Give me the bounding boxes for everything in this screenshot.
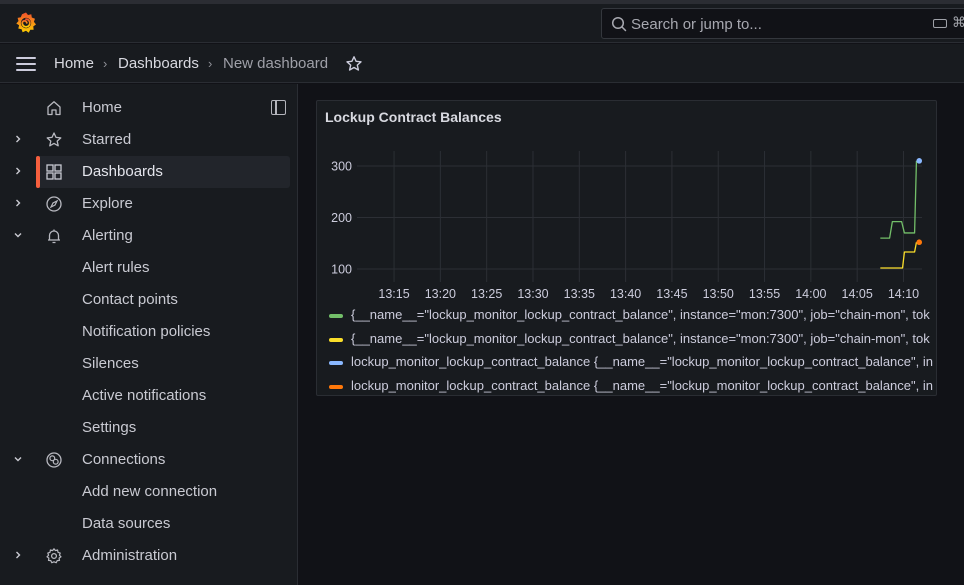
x-tick-label: 13:55 [749, 287, 780, 301]
chart-legend: {__name__="lockup_monitor_lockup_contrac… [329, 305, 933, 396]
sidebar-item-label: Notification policies [82, 323, 211, 340]
chevron-down-icon[interactable] [12, 229, 24, 241]
star-icon [46, 132, 62, 147]
breadcrumb-separator-icon: › [103, 56, 108, 71]
active-item-background [36, 156, 290, 188]
breadcrumb-dashboards[interactable]: Dashboards [118, 55, 199, 72]
legend-color-swatch [329, 337, 343, 342]
legend-label: lockup_monitor_lockup_contract_balance {… [351, 377, 933, 393]
x-tick-label: 13:30 [517, 287, 548, 301]
legend-color-swatch [329, 314, 343, 318]
x-tick-label: 13:35 [564, 287, 595, 301]
sidebar-item-label: Alerting [82, 227, 133, 244]
top-bar: Search or jump to... ⌘ [0, 4, 964, 43]
x-tick-label: 13:45 [656, 287, 687, 301]
timeseries-panel[interactable]: Lockup Contract Balances 100 200 300 13:15 1… [316, 100, 937, 396]
sidebar-item-label: Settings [82, 419, 137, 436]
sidebar-item-active-notifications[interactable]: Active notifications [0, 380, 298, 412]
x-tick-label: 13:15 [378, 287, 409, 301]
compass-icon [46, 196, 62, 212]
sidebar-item-label: Administration [82, 547, 178, 564]
sidebar-item-settings[interactable]: Settings [0, 412, 298, 444]
sidebar-item-label: Dashboards [82, 163, 163, 180]
sidebar-item-label: Explore [82, 195, 133, 212]
sidebar-item-home[interactable]: Home [0, 92, 298, 124]
home-icon [47, 101, 61, 116]
y-tick-label: 100 [331, 263, 352, 277]
chevron-down-icon[interactable] [12, 453, 24, 465]
active-item-indicator [36, 156, 40, 188]
connections-icon [46, 452, 62, 468]
sidebar-item-add-new-connection[interactable]: Add new connection [0, 476, 298, 508]
legend-label: {__name__="lockup_monitor_lockup_contrac… [351, 330, 930, 346]
x-tick-label: 14:10 [888, 287, 919, 301]
chevron-right-icon[interactable] [12, 133, 24, 145]
sidebar-item-label: Active notifications [82, 387, 207, 404]
legend-label: lockup_monitor_lockup_contract_balance {… [351, 354, 933, 369]
sidebar-item-contact-points[interactable]: Contact points [0, 284, 298, 316]
gear-icon [46, 548, 62, 564]
chevron-right-icon[interactable] [12, 549, 24, 561]
mark-favorite-star-icon[interactable] [345, 55, 363, 73]
legend-color-swatch [329, 384, 343, 389]
series-line-1 [880, 242, 918, 269]
x-tick-label: 14:00 [795, 287, 826, 301]
sidebar-item-starred[interactable]: Starred [0, 124, 298, 156]
sidebar-item-connections[interactable]: Connections [0, 444, 298, 476]
search-bar[interactable]: Search or jump to... ⌘ [601, 8, 964, 39]
menu-toggle-icon[interactable] [16, 57, 36, 71]
legend-item[interactable]: {__name__="lockup_monitor_lockup_contrac… [329, 305, 930, 329]
y-tick-label: 200 [331, 211, 352, 225]
sidebar-item-label: Contact points [82, 291, 178, 308]
sidebar-item-explore[interactable]: Explore [0, 188, 298, 220]
grafana-logo-icon[interactable] [14, 11, 38, 35]
search-placeholder: Search or jump to... [631, 16, 762, 33]
sidebar-item-dashboards[interactable]: Dashboards [0, 156, 298, 188]
series-point-2 [916, 158, 923, 164]
breadcrumb-current: New dashboard [223, 55, 329, 72]
chevron-right-icon[interactable] [12, 197, 24, 209]
series-point-3 [916, 239, 923, 246]
bell-icon [48, 229, 60, 244]
breadcrumb-home[interactable]: Home [54, 55, 94, 72]
legend-color-swatch [329, 361, 343, 365]
sidebar-item-silences[interactable]: Silences [0, 348, 298, 380]
x-tick-label: 13:25 [471, 287, 502, 301]
sidebar-item-label: Silences [82, 355, 139, 372]
sidebar-item-alert-rules[interactable]: Alert rules [0, 252, 298, 284]
sidebar-item-label: Add new connection [82, 483, 218, 500]
sidebar-item-alerting[interactable]: Alerting [0, 220, 298, 252]
timeseries-chart[interactable]: 100 200 300 13:15 13:20 13:25 13:30 13:35 13:40 1… [317, 101, 937, 301]
legend-label: {__name__="lockup_monitor_lockup_contrac… [351, 307, 930, 322]
sidebar-item-administration[interactable]: Administration [0, 540, 298, 572]
x-tick-label: 13:50 [703, 287, 734, 301]
breadcrumb-separator-icon: › [208, 56, 213, 71]
apps-icon [46, 164, 62, 180]
sidebar-item-label: Alert rules [82, 259, 150, 276]
x-tick-label: 13:40 [610, 287, 641, 301]
y-tick-label: 300 [331, 160, 352, 174]
x-tick-label: 14:05 [842, 287, 873, 301]
legend-item[interactable]: lockup_monitor_lockup_contract_balance {… [329, 376, 933, 396]
series-line-0 [880, 160, 918, 239]
sidebar-item-label: Connections [82, 451, 166, 468]
search-icon [611, 16, 627, 32]
chevron-right-icon[interactable] [12, 165, 24, 177]
keyboard-icon [933, 19, 947, 28]
sidebar-item-data-sources[interactable]: Data sources [0, 508, 298, 540]
sidebar-item-label: Starred [82, 131, 132, 148]
sidebar-item-label: Data sources [82, 515, 171, 532]
legend-item[interactable]: {__name__="lockup_monitor_lockup_contrac… [329, 329, 930, 353]
x-tick-label: 13:20 [425, 287, 456, 301]
legend-item[interactable]: lockup_monitor_lockup_contract_balance {… [329, 352, 933, 376]
sidebar-item-notification-policies[interactable]: Notification policies [0, 316, 298, 348]
sidebar-nav: Home Starred Dashboards Explore Alerting… [0, 84, 298, 585]
command-key-icon: ⌘ [952, 14, 964, 30]
sidebar-item-label: Home [82, 99, 123, 116]
breadcrumb-bar: Home › Dashboards › New dashboard [0, 44, 964, 83]
